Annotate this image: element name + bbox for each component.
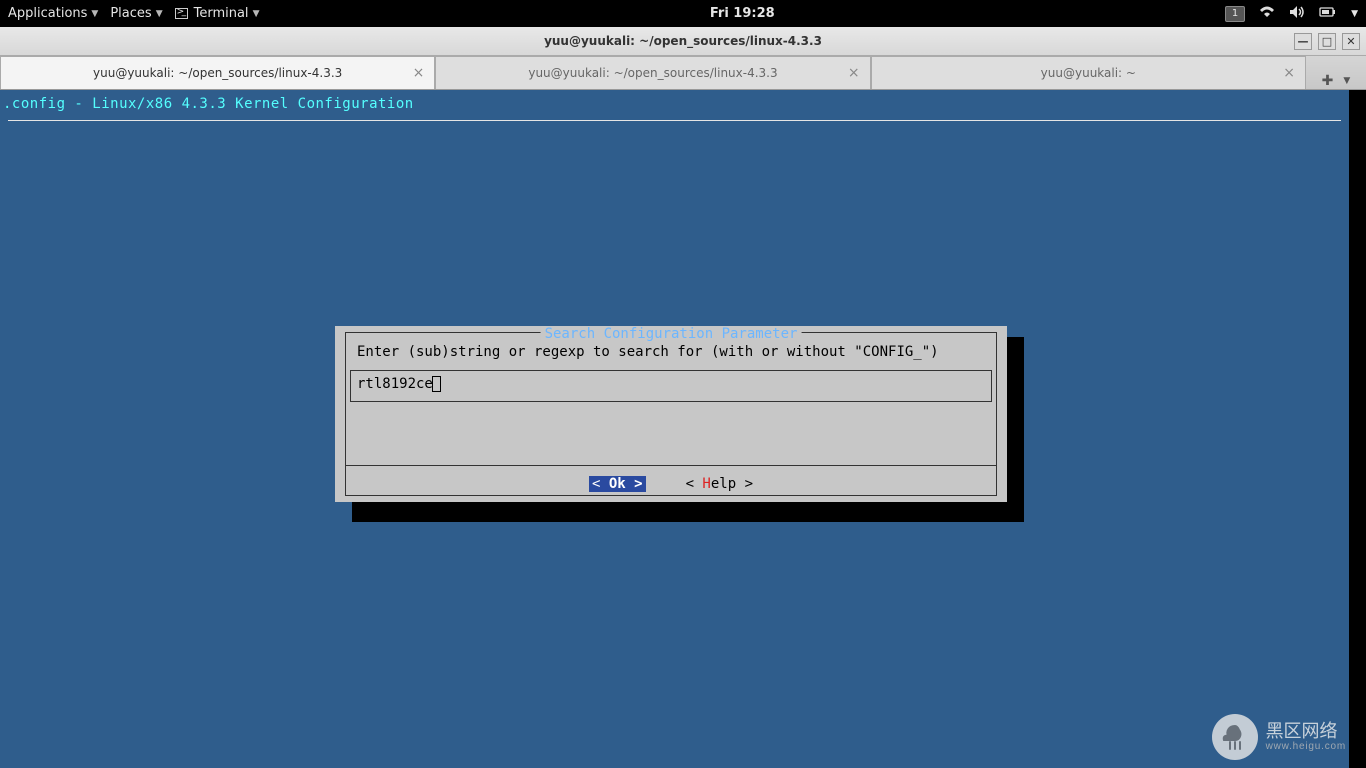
dialog-border [996, 332, 997, 496]
search-input[interactable]: rtl8192ce [350, 370, 992, 402]
menuconfig-title: .config - Linux/x86 4.3.3 Kernel Configu… [3, 96, 414, 112]
text-cursor [432, 376, 441, 392]
terminal-tab-label: yuu@yuukali: ~/open_sources/linux-4.3.3 [528, 66, 777, 80]
terminal-tab-label: yuu@yuukali: ~ [1041, 66, 1136, 80]
search-dialog: Search Configuration Parameter Enter (su… [335, 326, 1007, 502]
chevron-down-icon: ▼ [156, 9, 163, 19]
battery-icon[interactable] [1319, 5, 1337, 23]
window-title-text: yuu@yuukali: ~/open_sources/linux-4.3.3 [544, 34, 822, 48]
search-input-value: rtl8192ce [357, 376, 433, 392]
watermark-url: www.heigu.com [1266, 741, 1346, 752]
terminal-viewport[interactable]: .config - Linux/x86 4.3.3 Kernel Configu… [0, 90, 1366, 768]
dialog-border [345, 495, 997, 496]
gnome-topbar: Applications ▼ Places ▼ Terminal ▼ Fri 1… [0, 0, 1366, 27]
terminal-tab[interactable]: yuu@yuukali: ~ × [871, 56, 1306, 89]
window-minimize-button[interactable]: — [1294, 33, 1312, 50]
tab-close-icon[interactable]: × [1283, 65, 1295, 81]
help-button[interactable]: < Help > [686, 476, 753, 492]
topbar-clock[interactable]: Fri 19:28 [259, 6, 1225, 21]
topbar-applications-label: Applications [8, 6, 87, 21]
topbar-places-label: Places [110, 6, 151, 21]
workspace-badge[interactable]: 1 [1225, 6, 1245, 22]
new-tab-button[interactable]: ✚ [1322, 73, 1334, 89]
dialog-separator [345, 465, 997, 466]
terminal-scrollbar[interactable] [1349, 90, 1366, 768]
tab-close-icon[interactable]: × [413, 65, 425, 81]
dialog-prompt: Enter (sub)string or regexp to search fo… [357, 344, 939, 360]
dialog-title: Search Configuration Parameter [541, 326, 802, 342]
watermark: 黑区网络 www.heigu.com [1212, 714, 1346, 760]
terminal-tab[interactable]: yuu@yuukali: ~/open_sources/linux-4.3.3 … [0, 56, 435, 89]
ok-pre: < [592, 476, 609, 492]
help-hotkey: H [702, 476, 710, 492]
window-close-button[interactable]: ✕ [1342, 33, 1360, 50]
chevron-down-icon[interactable]: ▼ [1351, 9, 1358, 19]
help-post: elp > [711, 476, 753, 492]
tab-menu-button[interactable]: ▼ [1343, 76, 1350, 86]
watermark-logo [1212, 714, 1258, 760]
ok-post: k > [617, 476, 642, 492]
volume-icon[interactable] [1289, 5, 1305, 23]
topbar-places-menu[interactable]: Places ▼ [110, 6, 162, 21]
ok-button[interactable]: < Ok > [589, 476, 646, 492]
watermark-text: 黑区网络 [1266, 722, 1346, 742]
chevron-down-icon: ▼ [253, 9, 260, 19]
topbar-terminal-menu[interactable]: Terminal ▼ [175, 6, 260, 21]
window-titlebar: yuu@yuukali: ~/open_sources/linux-4.3.3 … [0, 27, 1366, 56]
window-maximize-button[interactable]: □ [1318, 33, 1336, 50]
terminal-icon [175, 8, 188, 19]
chevron-down-icon: ▼ [91, 9, 98, 19]
terminal-tab-bar: yuu@yuukali: ~/open_sources/linux-4.3.3 … [0, 56, 1366, 90]
topbar-terminal-label: Terminal [194, 6, 249, 21]
topbar-applications-menu[interactable]: Applications ▼ [8, 6, 98, 21]
ok-hotkey: O [609, 476, 617, 492]
terminal-tab-label: yuu@yuukali: ~/open_sources/linux-4.3.3 [93, 66, 342, 80]
wifi-icon[interactable] [1259, 5, 1275, 23]
help-pre: < [686, 476, 703, 492]
terminal-tab-actions: ✚ ▼ [1306, 73, 1366, 89]
dialog-border [345, 332, 346, 496]
terminal-tab[interactable]: yuu@yuukali: ~/open_sources/linux-4.3.3 … [435, 56, 870, 89]
menuconfig-divider [8, 120, 1341, 121]
tab-close-icon[interactable]: × [848, 65, 860, 81]
